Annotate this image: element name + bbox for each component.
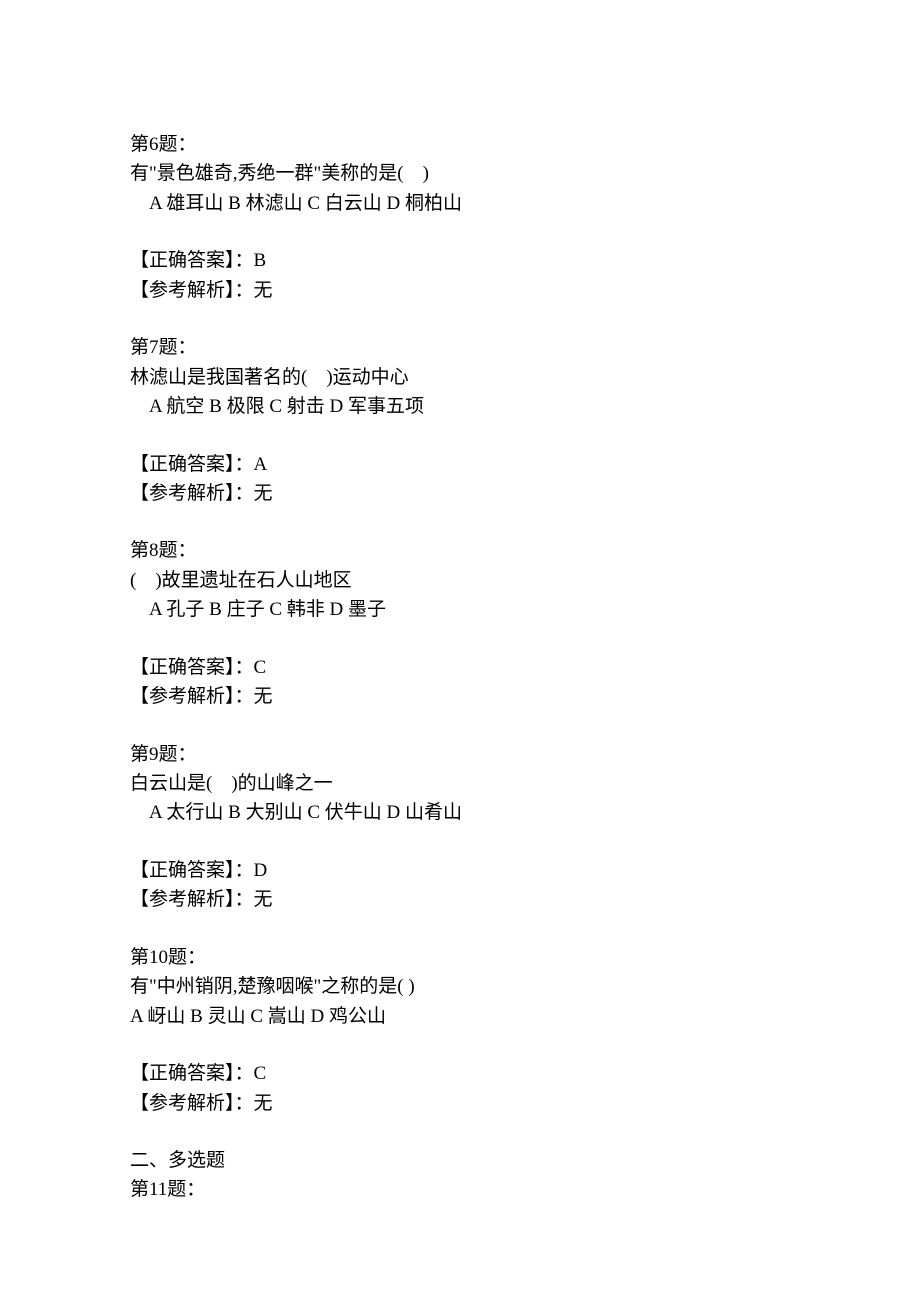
question-options: A 孔子 B 庄子 C 韩非 D 墨子 <box>130 595 790 624</box>
answer-block: 【正确答案】：B 【参考解析】：无 <box>130 246 790 305</box>
question-options: A 航空 B 极限 C 射击 D 军事五项 <box>130 392 790 421</box>
question-stem: ( )故里遗址在石人山地区 <box>130 566 790 595</box>
answer-block: 【正确答案】：C 【参考解析】：无 <box>130 1059 790 1118</box>
question-header: 第9题： <box>130 740 790 769</box>
answer-block: 【正确答案】：C 【参考解析】：无 <box>130 653 790 712</box>
explanation: 【参考解析】：无 <box>130 1089 790 1118</box>
correct-answer: 【正确答案】：B <box>130 246 790 275</box>
correct-answer: 【正确答案】：A <box>130 450 790 479</box>
question-stem: 白云山是( )的山峰之一 <box>130 769 790 798</box>
question-header: 第7题： <box>130 333 790 362</box>
question-stem: 林滤山是我国著名的( )运动中心 <box>130 363 790 392</box>
question-block: 第6题： 有"景色雄奇,秀绝一群"美称的是( ) A 雄耳山 B 林滤山 C 白… <box>130 130 790 218</box>
question-options: A 太行山 B 大别山 C 伏牛山 D 山肴山 <box>130 798 790 827</box>
correct-answer: 【正确答案】：C <box>130 1059 790 1088</box>
question-block: 第7题： 林滤山是我国著名的( )运动中心 A 航空 B 极限 C 射击 D 军… <box>130 333 790 421</box>
document-page: 第6题： 有"景色雄奇,秀绝一群"美称的是( ) A 雄耳山 B 林滤山 C 白… <box>0 0 920 1285</box>
explanation: 【参考解析】：无 <box>130 479 790 508</box>
answer-block: 【正确答案】：D 【参考解析】：无 <box>130 856 790 915</box>
correct-answer: 【正确答案】：C <box>130 653 790 682</box>
question-block: 第9题： 白云山是( )的山峰之一 A 太行山 B 大别山 C 伏牛山 D 山肴… <box>130 740 790 828</box>
correct-answer: 【正确答案】：D <box>130 856 790 885</box>
explanation: 【参考解析】：无 <box>130 276 790 305</box>
question-stem: 有"景色雄奇,秀绝一群"美称的是( ) <box>130 159 790 188</box>
answer-block: 【正确答案】：A 【参考解析】：无 <box>130 450 790 509</box>
question-block: 第8题： ( )故里遗址在石人山地区 A 孔子 B 庄子 C 韩非 D 墨子 <box>130 536 790 624</box>
question-block: 第10题： 有"中州销阴,楚豫咽喉"之称的是( ) A 岈山 B 灵山 C 嵩山… <box>130 943 790 1031</box>
question-stem: 有"中州销阴,楚豫咽喉"之称的是( ) <box>130 972 790 1001</box>
explanation: 【参考解析】：无 <box>130 885 790 914</box>
explanation: 【参考解析】：无 <box>130 682 790 711</box>
question-header: 第11题： <box>130 1175 790 1204</box>
section-heading: 二、多选题 第11题： <box>130 1146 790 1205</box>
question-options: A 雄耳山 B 林滤山 C 白云山 D 桐柏山 <box>130 189 790 218</box>
section-title: 二、多选题 <box>130 1146 790 1175</box>
question-header: 第10题： <box>130 943 790 972</box>
question-header: 第6题： <box>130 130 790 159</box>
question-header: 第8题： <box>130 536 790 565</box>
question-options: A 岈山 B 灵山 C 嵩山 D 鸡公山 <box>130 1002 790 1031</box>
